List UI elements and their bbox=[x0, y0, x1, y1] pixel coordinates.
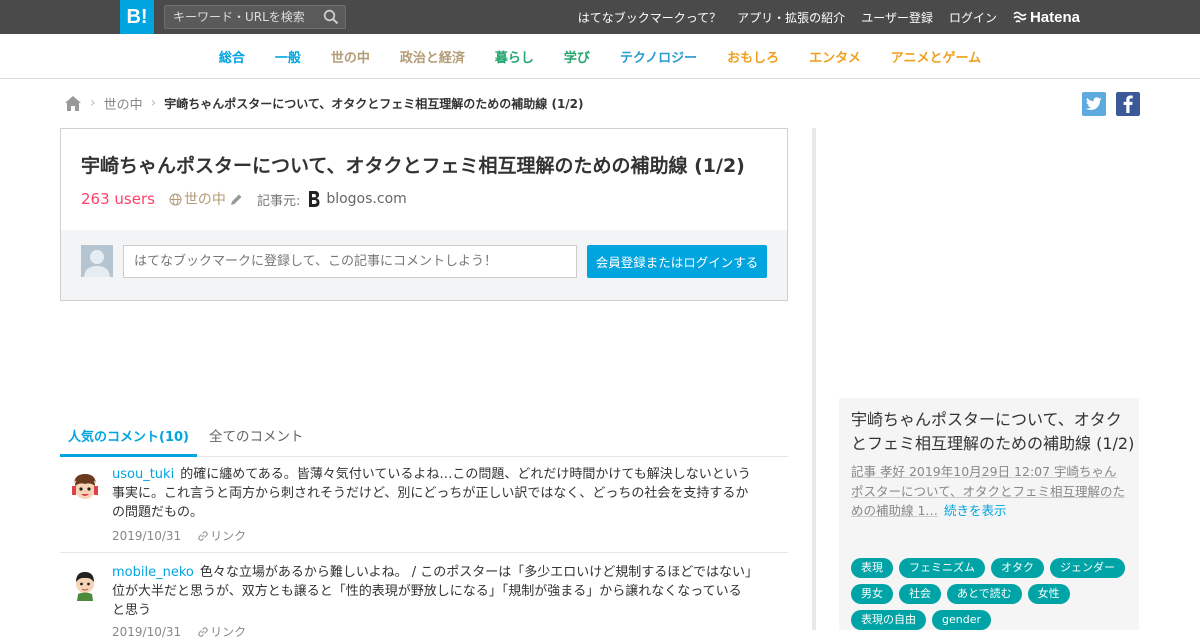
entry-category[interactable]: 世の中 bbox=[169, 189, 226, 209]
comment-footer: 2019/10/31 リンク bbox=[112, 623, 246, 640]
user-avatar-icon[interactable] bbox=[68, 471, 102, 505]
comment-text: 色々な立場があるから難しいよね。 / このポスターは「多少エロいけど規制するほど… bbox=[112, 565, 752, 618]
comment-link-label: リンク bbox=[210, 529, 247, 543]
category-it[interactable]: テクノロジー bbox=[620, 47, 697, 66]
comment-input[interactable] bbox=[123, 245, 577, 278]
comment-username[interactable]: usou_tuki bbox=[112, 467, 174, 482]
tag-item[interactable]: 表現 bbox=[851, 558, 893, 578]
comment-link[interactable]: リンク bbox=[197, 527, 246, 544]
default-avatar-icon bbox=[81, 245, 113, 277]
tag-list: 表現 フェミニズム オタク ジェンダー 男女 社会 あとで読む 女性 表現の自由… bbox=[851, 558, 1135, 636]
facebook-icon bbox=[1123, 95, 1133, 113]
twitter-share-button[interactable] bbox=[1082, 92, 1106, 116]
entry-title[interactable]: 宇崎ちゃんポスターについて、オタクとフェミ相互理解のための補助線 (1/2) bbox=[81, 151, 745, 178]
link-icon bbox=[198, 626, 209, 637]
twitter-icon bbox=[1086, 97, 1102, 110]
comment-item: usou_tuki 的確に纏めてある。皆薄々気付いているよね…この問題、どれだけ時… bbox=[60, 465, 788, 553]
hatena-brand-text: Hatena bbox=[1029, 8, 1080, 26]
search-icon[interactable] bbox=[323, 9, 339, 25]
global-nav: はてなブックマークって？ アプリ・拡張の紹介 ユーザー登録 ログイン Haten… bbox=[562, 0, 1080, 34]
category-knowledge[interactable]: 学び bbox=[564, 47, 590, 66]
blogos-favicon-icon bbox=[309, 191, 320, 207]
source-domain[interactable]: blogos.com bbox=[326, 191, 406, 207]
bookmark-users-count[interactable]: 263 users bbox=[81, 190, 155, 208]
facebook-share-button[interactable] bbox=[1116, 92, 1140, 116]
entry-meta: 263 users 世の中 記事元: blogos.com bbox=[81, 189, 407, 209]
tag-item[interactable]: 男女 bbox=[851, 584, 893, 604]
entry-category-label: 世の中 bbox=[183, 192, 226, 208]
category-general[interactable]: 一般 bbox=[275, 47, 301, 66]
social-share bbox=[1072, 92, 1140, 116]
comment-body: mobile_neko 色々な立場があるから難しいよね。 / このポスターは「多少… bbox=[112, 563, 752, 620]
tag-item[interactable]: フェミニズム bbox=[899, 558, 985, 578]
chevron-right-icon: › bbox=[150, 95, 157, 111]
nav-about[interactable]: はてなブックマークって？ bbox=[578, 9, 721, 26]
tag-item[interactable]: あとで読む bbox=[947, 584, 1022, 604]
summary-title[interactable]: 宇崎ちゃんポスターについて、オタクとフェミ相互理解のための補助線 (1/2) bbox=[851, 408, 1135, 456]
category-nav: 総合 一般 世の中 政治と経済 暮らし 学び テクノロジー おもしろ エンタメ … bbox=[0, 34, 1200, 79]
comment-item: mobile_neko 色々な立場があるから難しいよね。 / このポスターは「多少… bbox=[60, 563, 788, 639]
category-social[interactable]: 世の中 bbox=[331, 47, 370, 66]
comment-form: 会員登録またはログインする bbox=[61, 230, 787, 300]
hatena-mark-icon bbox=[1013, 11, 1027, 23]
source-label: 記事元: bbox=[256, 193, 301, 209]
user-avatar-icon[interactable] bbox=[68, 567, 102, 601]
tag-item[interactable]: ジェンダー bbox=[1050, 558, 1125, 578]
tag-item[interactable]: gender bbox=[932, 610, 991, 630]
category-general-all[interactable]: 総合 bbox=[219, 47, 245, 66]
tag-item[interactable]: 表現の自由 bbox=[851, 610, 926, 630]
comment-date[interactable]: 2019/10/31 bbox=[112, 625, 181, 639]
tag-item[interactable]: 社会 bbox=[899, 584, 941, 604]
nav-apps[interactable]: アプリ・拡張の紹介 bbox=[737, 9, 845, 26]
category-economics[interactable]: 政治と経済 bbox=[400, 47, 465, 66]
tag-item[interactable]: オタク bbox=[991, 558, 1044, 578]
show-more-link[interactable]: 続きを表示 bbox=[944, 503, 1007, 518]
comment-link-label: リンク bbox=[210, 625, 247, 639]
nav-register[interactable]: ユーザー登録 bbox=[861, 9, 933, 26]
comment-date[interactable]: 2019/10/31 bbox=[112, 529, 181, 543]
tab-all-comments[interactable]: 全てのコメント bbox=[209, 420, 304, 457]
comment-text: 的確に纏めてある。皆薄々気付いているよね…この問題、どれだけ時間かけても解決しな… bbox=[112, 467, 751, 520]
globe-icon bbox=[169, 193, 182, 205]
category-entertainment[interactable]: エンタメ bbox=[809, 47, 861, 66]
chevron-right-icon: › bbox=[90, 95, 96, 111]
column-divider bbox=[812, 128, 816, 630]
category-life[interactable]: 暮らし bbox=[495, 47, 534, 66]
home-icon[interactable] bbox=[64, 95, 82, 112]
hatena-bookmark-logo[interactable]: B! bbox=[120, 0, 154, 34]
comment-footer: 2019/10/31 リンク bbox=[112, 527, 246, 544]
tag-item[interactable]: 女性 bbox=[1027, 584, 1070, 604]
comment-body: usou_tuki 的確に纏めてある。皆薄々気付いているよね…この問題、どれだけ時… bbox=[112, 465, 752, 522]
search-input[interactable] bbox=[165, 6, 315, 28]
summary-description: 記事 孝好 2019年10月29日 12:07 宇崎ちゃんポスターについて、オタ… bbox=[851, 462, 1129, 521]
breadcrumb-current: 宇崎ちゃんポスターについて、オタクとフェミ相互理解のための補助線 (1/2) bbox=[164, 96, 584, 111]
comment-username[interactable]: mobile_neko bbox=[112, 565, 194, 580]
comment-link[interactable]: リンク bbox=[197, 623, 246, 640]
entry-card: 宇崎ちゃんポスターについて、オタクとフェミ相互理解のための補助線 (1/2) 2… bbox=[60, 128, 788, 301]
pencil-icon[interactable] bbox=[230, 193, 243, 206]
hatena-brand[interactable]: Hatena bbox=[1013, 9, 1080, 26]
entry-summary-panel: 宇崎ちゃんポスターについて、オタクとフェミ相互理解のための補助線 (1/2) 記… bbox=[839, 398, 1139, 630]
tab-popular-comments[interactable]: 人気のコメント(10) bbox=[60, 420, 197, 457]
category-fun[interactable]: おもしろ bbox=[727, 47, 779, 66]
breadcrumb-category[interactable]: 世の中 bbox=[104, 94, 143, 113]
register-login-button[interactable]: 会員登録またはログインする bbox=[587, 245, 767, 278]
search-box bbox=[164, 5, 346, 29]
global-header: B! はてなブックマークって？ アプリ・拡張の紹介 ユーザー登録 ログイン Ha… bbox=[0, 0, 1200, 34]
link-icon bbox=[198, 530, 209, 541]
comment-tabs: 人気のコメント(10) 全てのコメント bbox=[60, 420, 788, 457]
category-game[interactable]: アニメとゲーム bbox=[891, 47, 981, 66]
nav-login[interactable]: ログイン bbox=[949, 9, 997, 26]
breadcrumb: › 世の中 › 宇崎ちゃんポスターについて、オタクとフェミ相互理解のための補助線… bbox=[64, 92, 584, 114]
